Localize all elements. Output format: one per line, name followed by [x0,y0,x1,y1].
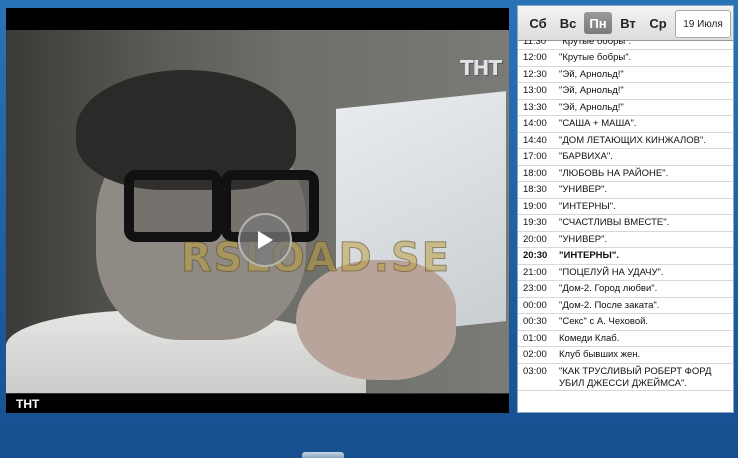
tab-day-sun[interactable]: Вс [554,12,582,34]
schedule-title: "Эй, Арнольд!" [559,101,624,113]
date-selector[interactable]: 19 Июля [675,10,731,38]
schedule-time: 21:00 [523,266,547,278]
schedule-title: Комеди Клаб. [559,332,620,344]
schedule-title: "СЧАСТЛИВЫ ВМЕСТЕ". [559,217,670,228]
schedule-time: 14:00 [523,118,547,129]
video-channel-name: ТНТ [16,397,40,411]
schedule-time: 01:00 [523,332,547,344]
schedule-row[interactable]: 00:30 "Секс" с А. Чеховой. [518,314,733,331]
schedule-time: 23:00 [523,283,547,294]
schedule-title: "ЛЮБОВЬ НА РАЙОНЕ". [559,167,669,179]
schedule-title: "БАРВИХА". [559,151,613,162]
tab-day-mon[interactable]: Пн [584,12,612,34]
schedule-row[interactable]: 14:00 "САША + МАША". [518,116,733,133]
tab-day-wed[interactable]: Ср [644,12,672,34]
video-player[interactable]: ТНТ RSLOAD.SE ТНТ [6,8,509,413]
schedule-row[interactable]: 20:00 "УНИВЕР". [518,232,733,248]
schedule-row[interactable]: 03:00 "КАК ТРУСЛИВЫЙ РОБЕРТ ФОРД УБИЛ ДЖЕ… [518,364,733,391]
schedule-time: 19:30 [523,217,547,228]
schedule-time: 12:30 [523,68,547,80]
schedule-time: 19:00 [523,200,547,212]
schedule-row[interactable]: 17:00 "БАРВИХА". [518,149,733,166]
schedule-title: "Крутые бобры". [559,52,632,63]
schedule-time: 11:30 [523,40,547,47]
schedule-title: "УНИВЕР". [559,184,608,195]
schedule-title: "САША + МАША". [559,118,637,129]
schedule-time: 14:40 [523,134,547,146]
schedule-row[interactable]: 00:00 "Дом-2. После заката". [518,298,733,314]
schedule-title: "Эй, Арнольд!" [559,85,624,96]
schedule-list[interactable]: 11:30 "Крутые бобры". 12:00 "Крутые бобры".… [518,40,733,412]
schedule-row[interactable]: 21:00 "ПОЦЕЛУЙ НА УДАЧУ". [518,265,733,281]
day-tabs: Сб Вс Пн Вт Ср 19 Июля [518,6,733,41]
schedule-time: 00:30 [523,316,547,327]
schedule-row[interactable]: 18:00 "ЛЮБОВЬ НА РАЙОНЕ". [518,166,733,182]
schedule-title: "ИНТЕРНЫ". [559,250,619,261]
schedule-title: "Крутые бобры". [559,40,632,47]
schedule-time: 02:00 [523,349,547,360]
schedule-time: 13:30 [523,101,547,113]
schedule-title: "Дом-2. После заката". [559,299,660,311]
schedule-time: 12:00 [523,52,547,63]
video-bottom-bar: ТНТ [6,393,509,413]
schedule-row[interactable]: 19:00 "ИНТЕРНЫ". [518,199,733,215]
schedule-title: "Эй, Арнольд!" [559,68,624,80]
schedule-title: "ПОЦЕЛУЙ НА УДАЧУ". [559,266,664,278]
watermark: RSLOAD.SE [180,235,452,282]
schedule-title: Клуб бывших жен. [559,349,641,360]
play-button[interactable] [238,213,292,267]
schedule-title: "УНИВЕР". [559,233,608,245]
schedule-panel: Сб Вс Пн Вт Ср 19 Июля 11:30 "Крутые бобр… [517,5,734,413]
schedule-time: 20:00 [523,233,547,245]
schedule-time: 17:00 [523,151,547,162]
schedule-title: "ИНТЕРНЫ". [559,200,616,212]
schedule-row[interactable]: 02:00 Клуб бывших жен. [518,347,733,364]
video-top-bar [6,8,509,30]
schedule-row[interactable]: 19:30 "СЧАСТЛИВЫ ВМЕСТЕ". [518,215,733,232]
schedule-row[interactable]: 11:30 "Крутые бобры". [518,40,733,50]
schedule-row[interactable]: 20:30 "ИНТЕРНЫ". [518,248,733,265]
video-content-glasses-bridge [218,190,230,198]
schedule-row[interactable]: 13:30 "Эй, Арнольд!" [518,100,733,116]
channel-logo: ТНТ [459,56,502,80]
schedule-row[interactable]: 13:00 "Эй, Арнольд!" [518,83,733,100]
schedule-row[interactable]: 12:30 "Эй, Арнольд!" [518,67,733,83]
schedule-time: 00:00 [523,299,547,311]
bottom-handle[interactable] [302,452,344,458]
schedule-time: 03:00 [523,365,547,377]
tab-day-tue[interactable]: Вт [614,12,642,34]
schedule-row[interactable]: 23:00 "Дом-2. Город любви". [518,281,733,298]
schedule-title: "Секс" с А. Чеховой. [559,316,649,327]
schedule-title: "КАК ТРУСЛИВЫЙ РОБЕРТ ФОРД УБИЛ ДЖЕССИ Д… [559,365,712,389]
video-frame[interactable]: ТНТ RSLOAD.SE [6,30,509,400]
schedule-time: 20:30 [523,250,548,261]
play-icon [258,231,273,249]
schedule-title: "ДОМ ЛЕТАЮЩИХ КИНЖАЛОВ". [559,134,706,146]
schedule-row[interactable]: 18:30 "УНИВЕР". [518,182,733,199]
schedule-row[interactable]: 12:00 "Крутые бобры". [518,50,733,67]
schedule-row[interactable]: 14:40 "ДОМ ЛЕТАЮЩИХ КИНЖАЛОВ". [518,133,733,149]
schedule-time: 13:00 [523,85,547,96]
schedule-time: 18:00 [523,167,547,179]
tab-day-sat[interactable]: Сб [524,12,552,34]
schedule-title: "Дом-2. Город любви". [559,283,658,294]
video-content-glasses-left [124,170,222,242]
schedule-row[interactable]: 01:00 Комеди Клаб. [518,331,733,347]
schedule-time: 18:30 [523,184,547,195]
